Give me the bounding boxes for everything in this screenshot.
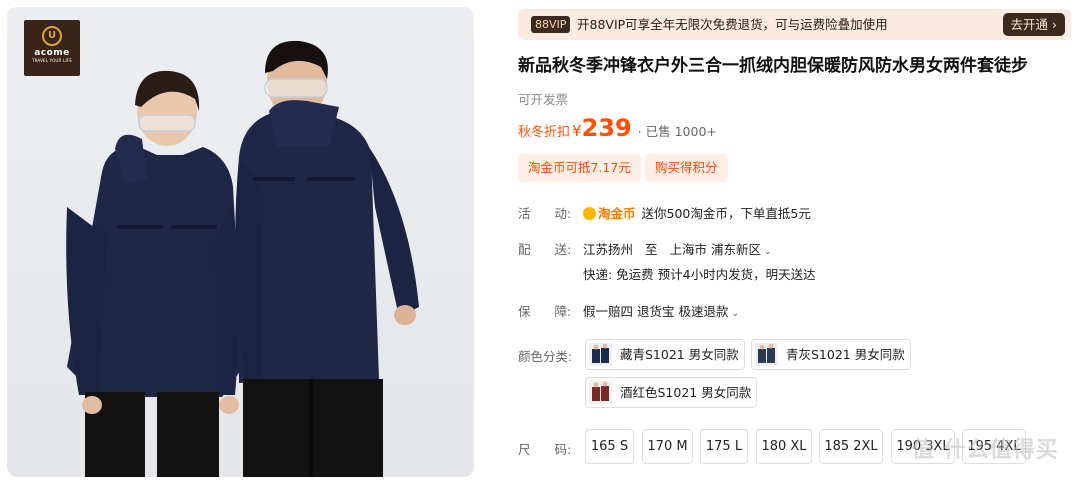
sold-count: · 已售 1000+ xyxy=(637,124,717,139)
delivery-shipping: 快递: 免运费 预计4小时内发货，明天送达 xyxy=(583,267,816,282)
brand-tagline: TRAVEL YOUR LIFE xyxy=(31,58,73,63)
brand-name: acome xyxy=(34,48,70,58)
coin-brand-label: 淘金币 xyxy=(598,206,636,221)
size-option[interactable]: 180 XL xyxy=(756,429,812,464)
earn-points-coupon[interactable]: 购买得积分 xyxy=(645,154,728,182)
delivery-to-selector[interactable]: 上海市 浦东新区 ⌄ xyxy=(670,242,772,257)
color-thumb xyxy=(589,343,612,366)
female-model xyxy=(66,70,243,477)
price-row: 秋冬折扣 ¥ 239 · 已售 1000+ xyxy=(518,114,717,146)
color-thumb xyxy=(755,343,778,366)
coin-discount-coupon[interactable]: 淘金币可抵7.17元 xyxy=(518,154,641,182)
color-thumb xyxy=(589,381,612,404)
brand-mark-icon: U xyxy=(42,26,62,46)
currency-symbol: ¥ xyxy=(572,122,582,140)
price-label: 秋冬折扣 xyxy=(518,125,571,140)
delivery-to: 上海市 浦东新区 xyxy=(669,242,761,257)
delivery-route: 江苏扬州 至 上海市 浦东新区 ⌄ xyxy=(583,239,772,258)
coin-icon xyxy=(583,207,596,220)
guarantee-selector[interactable]: 假一赔四 退货宝 极速退款 ⌄ xyxy=(583,301,739,320)
price-value: 239 xyxy=(581,114,632,142)
activity-value[interactable]: 淘金币 送你500淘金币，下单直抵5元 xyxy=(583,203,811,222)
vip-banner: 88VIP 开88VIP可享全年无限次免费退货，可与运费险叠加使用 去开通 › xyxy=(518,9,1071,40)
vip-promo-text: 开88VIP可享全年无限次免费退货，可与运费险叠加使用 xyxy=(577,17,888,32)
product-image[interactable]: U acome TRAVEL YOUR LIFE xyxy=(7,7,474,477)
guarantee-label: 保障: xyxy=(518,304,572,319)
size-label: 尺码: xyxy=(518,442,572,457)
models-illustration xyxy=(66,40,419,477)
color-option-wine[interactable]: 酒红色S1021 男女同款 xyxy=(585,377,757,408)
color-option-label: 青灰S1021 男女同款 xyxy=(786,347,905,362)
watermark: 值 什么值得买 xyxy=(912,438,1059,463)
vip-activate-button[interactable]: 去开通 › xyxy=(1002,13,1065,36)
guarantee-text: 假一赔四 退货宝 极速退款 xyxy=(583,304,729,319)
delivery-label: 配送: xyxy=(518,242,572,257)
male-model xyxy=(235,40,419,477)
color-label: 颜色分类: xyxy=(518,349,573,364)
chevron-down-icon: ⌄ xyxy=(731,309,739,319)
size-option[interactable]: 170 M xyxy=(642,429,693,464)
size-option[interactable]: 175 L xyxy=(700,429,748,464)
chevron-down-icon: ⌄ xyxy=(763,247,772,257)
product-title: 新品秋冬季冲锋衣户外三合一抓绒内胆保暖防风防水男女两件套徒步 xyxy=(518,56,1028,76)
delivery-from: 江苏扬州 xyxy=(583,242,634,257)
color-option-label: 酒红色S1021 男女同款 xyxy=(620,385,752,400)
brand-logo: U acome TRAVEL YOUR LIFE xyxy=(24,20,80,76)
vip-badge: 88VIP xyxy=(531,16,571,33)
size-option[interactable]: 165 S xyxy=(585,429,634,464)
delivery-to-word: 至 xyxy=(645,242,658,257)
color-option-grey[interactable]: 青灰S1021 男女同款 xyxy=(751,339,911,370)
invoice-note: 可开发票 xyxy=(518,92,569,107)
color-option-label: 藏青S1021 男女同款 xyxy=(620,347,739,362)
activity-text: 送你500淘金币，下单直抵5元 xyxy=(641,206,811,221)
activity-label: 活动: xyxy=(518,206,572,221)
size-option[interactable]: 185 2XL xyxy=(819,429,883,464)
color-option-navy[interactable]: 藏青S1021 男女同款 xyxy=(585,339,745,370)
